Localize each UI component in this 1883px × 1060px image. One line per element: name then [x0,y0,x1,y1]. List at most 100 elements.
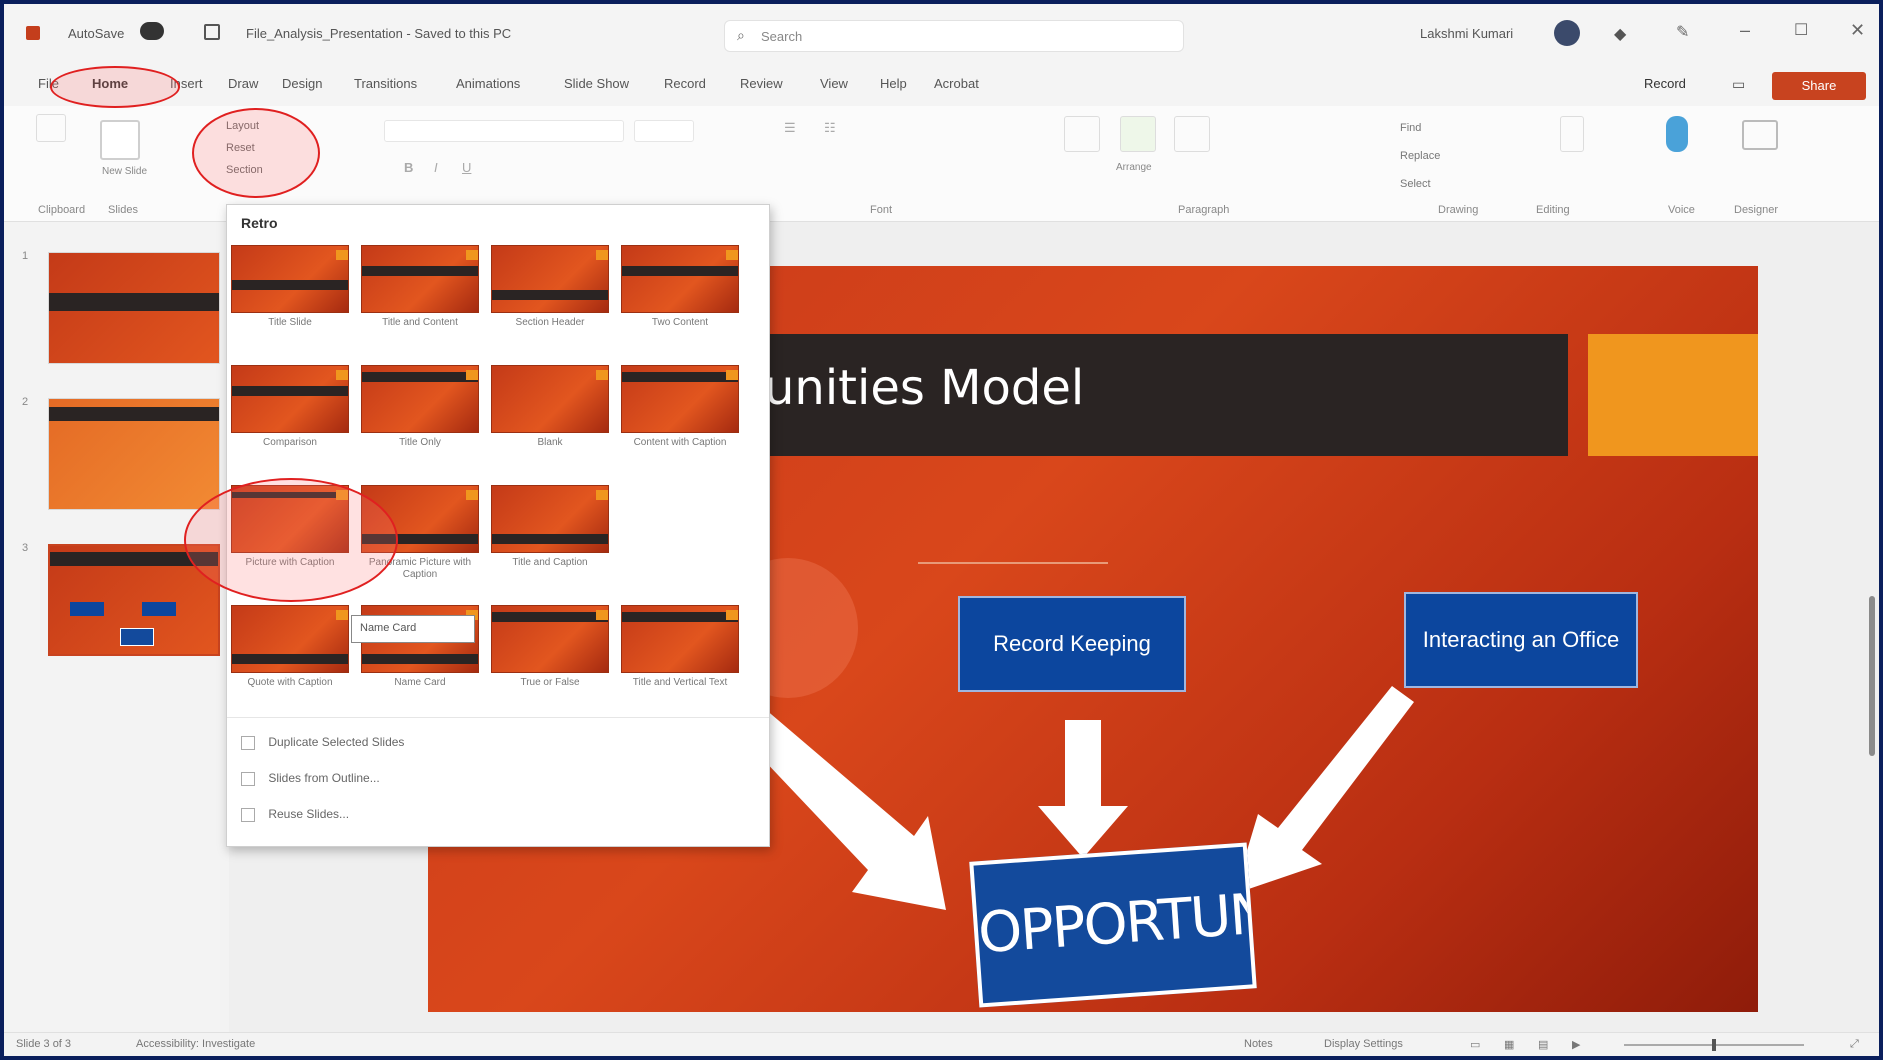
layout-title-and-caption[interactable]: Title and Caption [491,485,609,595]
tab-slide-show[interactable]: Slide Show [564,76,629,91]
accessibility-status[interactable]: Accessibility: Investigate [136,1038,255,1050]
layout-content-with-caption[interactable]: Content with Caption [621,365,739,475]
underline-icon[interactable]: U [462,160,471,175]
layout-label: Title and Vertical Text [632,677,728,688]
tab-view[interactable]: View [820,76,848,91]
layout-label: Two Content [651,317,709,328]
font-size-select[interactable] [634,120,694,142]
arrange-label[interactable]: Arrange [1116,162,1152,173]
find-button[interactable]: Find [1400,122,1421,134]
reuse-slides-command[interactable]: Reuse Slides... [241,807,349,822]
layout-comparison[interactable]: Comparison [231,365,349,475]
vertical-scrollbar[interactable] [1868,226,1876,1026]
autosave-toggle[interactable] [140,22,164,40]
new-slide-label[interactable]: New Slide [102,166,147,177]
search-box[interactable]: ⌕ Search [724,20,1184,52]
duplicate-icon [241,735,255,750]
layout-quote-with-caption[interactable]: Quote with Caption [231,605,349,715]
layout-title-slide[interactable]: Title Slide [231,245,349,355]
new-slide-icon[interactable] [100,120,140,160]
tab-transitions[interactable]: Transitions [354,76,417,91]
designer-icon[interactable] [1742,120,1778,150]
group-voice: Voice [1668,204,1695,216]
layout-true-or-false[interactable]: True or False [491,605,609,715]
shapes-icon[interactable] [1064,116,1100,152]
search-placeholder: Search [761,29,803,44]
scrollbar-thumb[interactable] [1869,596,1875,756]
autosave-label[interactable]: AutoSave [68,26,124,41]
tab-help[interactable]: Help [880,76,907,91]
layout-thumbnail [621,605,739,673]
annotation-circle-layout-button [192,108,320,198]
layout-label: Quote with Caption [247,677,333,688]
tab-review[interactable]: Review [740,76,783,91]
bullets-icon[interactable]: ☰ [784,120,796,136]
slides-from-outline-command[interactable]: Slides from Outline... [241,771,380,786]
quick-styles-icon[interactable] [1174,116,1210,152]
slide-number: 1 [22,250,29,262]
pen-icon[interactable]: ✎ [1676,22,1689,42]
tab-record[interactable]: Record [664,76,706,91]
file-name[interactable]: File_Analysis_Presentation - Saved to th… [246,26,511,41]
group-designer: Designer [1734,204,1779,216]
dictate-icon[interactable] [1666,116,1688,152]
group-editing: Editing [1536,204,1570,216]
slides-from-outline-label: Slides from Outline... [268,771,380,785]
maximize-icon[interactable]: ☐ [1794,20,1808,40]
minimize-icon[interactable]: – [1740,20,1750,41]
tab-design[interactable]: Design [282,76,322,91]
share-button[interactable]: Share [1772,72,1866,100]
group-clipboard: Clipboard [38,204,86,216]
layout-title-and-vertical-text[interactable]: Title and Vertical Text [621,605,739,715]
normal-view-icon[interactable]: ▭ [1470,1038,1480,1051]
layout-label: Comparison [263,437,317,448]
layout-section-header[interactable]: Section Header [491,245,609,355]
layout-thumbnail [491,605,609,673]
zoom-slider[interactable] [1624,1039,1804,1051]
display-settings-button[interactable]: Display Settings [1324,1038,1403,1050]
layout-two-content[interactable]: Two Content [621,245,739,355]
layout-title-only[interactable]: Title Only [361,365,479,475]
layout-label: Title and Caption [512,557,588,568]
italic-icon[interactable]: I [434,160,438,175]
reuse-icon [241,807,255,822]
layout-blank[interactable]: Blank [491,365,609,475]
bold-icon[interactable]: B [404,160,413,175]
font-family-select[interactable] [384,120,624,142]
menu-divider [227,717,769,718]
slide-thumbnail-2[interactable] [48,398,220,510]
status-bar: Slide 3 of 3 Accessibility: Investigate … [4,1032,1879,1056]
slide-sorter-icon[interactable]: ▦ [1504,1038,1514,1051]
duplicate-slides-label: Duplicate Selected Slides [268,735,405,749]
layout-label: True or False [520,677,580,688]
layout-thumbnail [621,365,739,433]
opportunity-stamp[interactable]: OPPORTUNITY [969,842,1257,1008]
zoom-slider-thumb[interactable] [1712,1039,1716,1051]
user-name[interactable]: Lakshmi Kumari [1420,26,1513,41]
close-icon[interactable]: ✕ [1850,20,1865,41]
duplicate-slides-command[interactable]: Duplicate Selected Slides [241,735,404,750]
paste-icon[interactable] [36,114,66,142]
layout-title-and-content[interactable]: Title and Content [361,245,479,355]
acrobat-icon[interactable] [1560,116,1584,152]
save-icon[interactable] [204,24,220,40]
slide-counter: Slide 3 of 3 [16,1038,72,1050]
fit-to-window-icon[interactable]: ⤢ [1850,1038,1859,1051]
diamond-icon[interactable]: ◆ [1614,24,1632,43]
numbering-icon[interactable]: ☷ [824,120,836,136]
tab-animations[interactable]: Animations [456,76,520,91]
reading-view-icon[interactable]: ▤ [1538,1038,1548,1051]
slide-thumbnail-1[interactable] [48,252,220,364]
group-paragraph: Paragraph [1178,204,1230,216]
comments-icon[interactable]: ▭ [1732,76,1745,93]
select-button[interactable]: Select [1400,178,1431,190]
slideshow-icon[interactable]: ▶ [1572,1038,1580,1051]
tab-draw[interactable]: Draw [228,76,258,91]
notes-button[interactable]: Notes [1244,1038,1273,1050]
arrange-icon[interactable] [1120,116,1156,152]
replace-button[interactable]: Replace [1400,150,1440,162]
record-button[interactable]: Record [1644,76,1686,91]
avatar[interactable] [1554,20,1580,46]
tab-acrobat[interactable]: Acrobat [934,76,979,91]
group-slides: Slides [108,204,138,216]
